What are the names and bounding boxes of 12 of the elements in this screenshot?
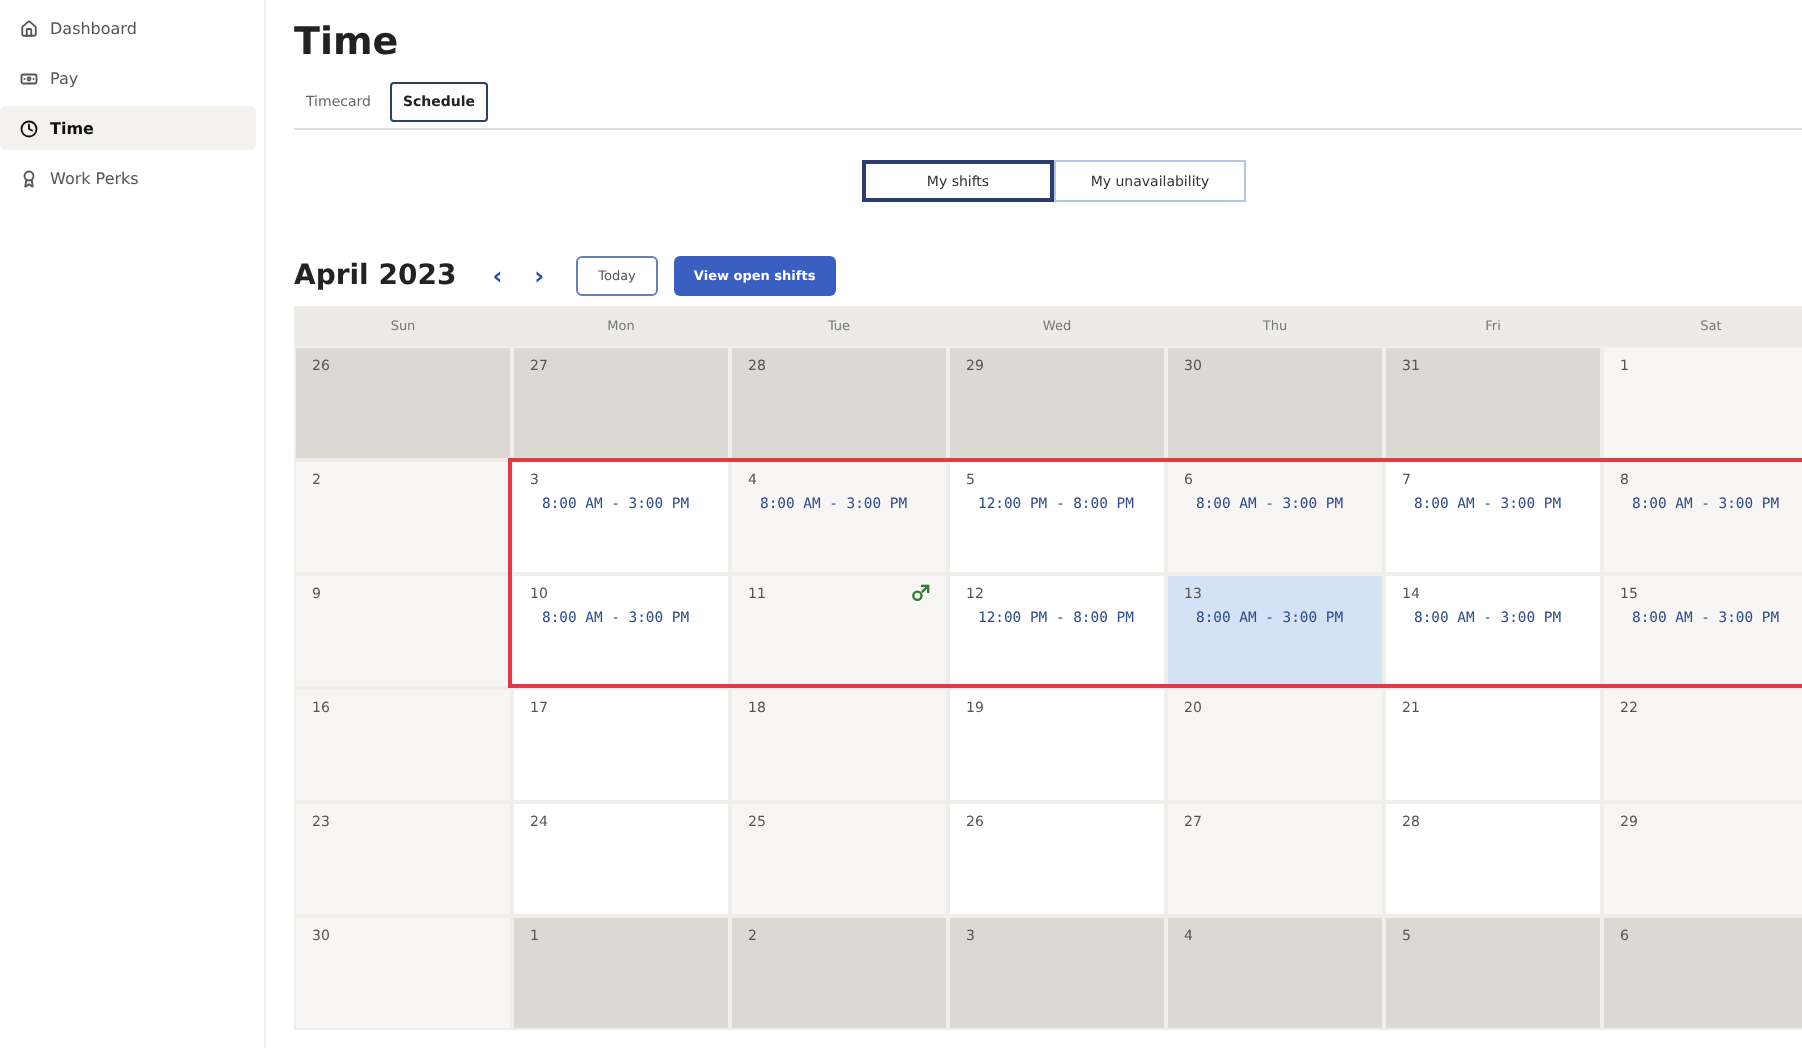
sidebar-item[interactable]: Work Perks (0, 156, 256, 200)
sidebar-item[interactable]: Dashboard (0, 6, 256, 50)
sidebar-item[interactable]: Pay (0, 56, 256, 100)
clock-icon (20, 119, 38, 137)
sidebar-item[interactable]: Time (0, 106, 256, 150)
month-title: April 2023 (294, 260, 457, 292)
previous-month-button[interactable]: ‹ (484, 262, 511, 290)
next-month-button[interactable]: › (526, 262, 553, 290)
ribbon-icon (20, 169, 38, 187)
home-icon (20, 19, 38, 37)
page-title: Time (294, 20, 401, 64)
banknote-icon (20, 69, 38, 87)
